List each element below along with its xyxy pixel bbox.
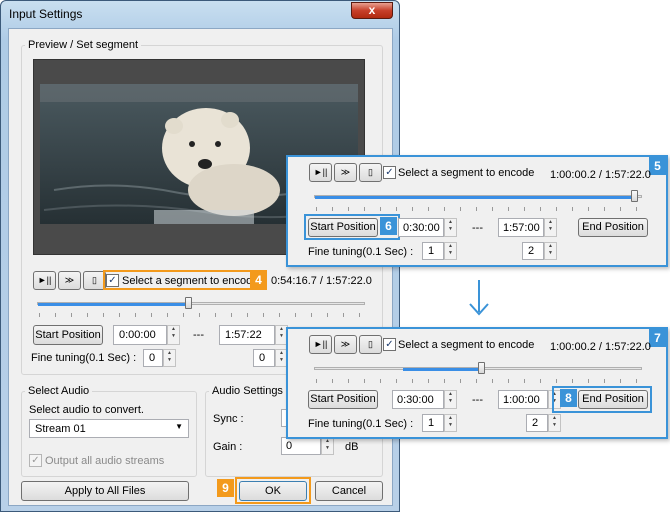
start-time-spinner[interactable]: ▲ ▼	[444, 218, 457, 237]
timeline-ticks	[316, 379, 642, 383]
select-audio-prompt: Select audio to convert.	[29, 404, 144, 416]
timeline-ticks	[316, 207, 642, 211]
sync-label: Sync :	[213, 413, 244, 425]
fine-start-field[interactable]: 1	[422, 242, 444, 260]
segment-checkbox[interactable]: ✓	[383, 338, 396, 351]
stop-button[interactable]: ▯	[359, 163, 382, 182]
step-badge-5: 5	[649, 157, 666, 175]
stop-button[interactable]: ▯	[359, 335, 382, 354]
audio-stream-value: Stream 01	[35, 423, 86, 435]
timeline-selected-range	[403, 368, 481, 371]
time-readout: 0:54:16.7 / 1:57:22.0	[271, 275, 372, 287]
end-time-field[interactable]: 1:57:00	[498, 218, 544, 237]
select-audio-label: Select Audio	[25, 385, 93, 397]
fine-tuning-label: Fine tuning(0.1 Sec) :	[308, 418, 414, 430]
close-button[interactable]: x	[351, 2, 393, 19]
step-badge-9: 9	[217, 479, 234, 497]
fine-end-field[interactable]: 2	[526, 414, 548, 432]
fine-start-field[interactable]: 1	[422, 414, 444, 432]
play-pause-button[interactable]: ►||	[33, 271, 56, 290]
fine-end-spinner[interactable]: ▲ ▼	[544, 242, 557, 260]
apply-to-all-button[interactable]: Apply to All Files	[21, 481, 189, 501]
callout-panel-start: 5 ►|| ≫ ▯ ✓ Select a segment to encode 1…	[286, 155, 668, 267]
start-position-button[interactable]: Start Position	[308, 390, 378, 409]
audio-stream-select[interactable]: Stream 01 ▼	[29, 419, 189, 438]
next-frame-button[interactable]: ≫	[334, 335, 357, 354]
start-time-spinner[interactable]: ▲ ▼	[167, 325, 180, 345]
range-separator: ---	[472, 222, 483, 234]
next-frame-button[interactable]: ≫	[58, 271, 81, 290]
preview-group-label: Preview / Set segment	[25, 39, 142, 51]
fine-start-spinner[interactable]: ▲ ▼	[444, 414, 457, 432]
end-time-field[interactable]: 1:57:22	[219, 325, 275, 345]
gain-spinner[interactable]: ▲ ▼	[321, 437, 334, 455]
fine-end-spinner[interactable]: ▲ ▼	[548, 414, 561, 432]
timeline-ticks	[39, 313, 365, 317]
next-frame-button[interactable]: ≫	[334, 163, 357, 182]
segment-checkbox[interactable]: ✓	[383, 166, 396, 179]
end-time-spinner[interactable]: ▲ ▼	[544, 218, 557, 237]
fine-start-spinner[interactable]: ▲ ▼	[163, 349, 176, 367]
fine-end-field[interactable]: 2	[522, 242, 544, 260]
fine-tuning-label: Fine tuning(0.1 Sec) :	[31, 352, 137, 364]
end-time-field[interactable]: 1:00:00	[498, 390, 548, 409]
end-position-button[interactable]: End Position	[578, 218, 648, 237]
output-all-label: Output all audio streams	[45, 455, 165, 467]
segment-checkbox-label: Select a segment to encode	[122, 275, 259, 287]
fine-start-field[interactable]: 0	[143, 349, 163, 367]
fine-tuning-label: Fine tuning(0.1 Sec) :	[308, 246, 414, 258]
timeline-thumb[interactable]	[185, 297, 192, 309]
title-bar[interactable]: Input Settings x	[1, 1, 399, 27]
window-title: Input Settings	[9, 7, 83, 21]
gain-label: Gain :	[213, 441, 243, 453]
step-badge-6: 6	[380, 217, 397, 235]
gain-field[interactable]: 0	[281, 437, 321, 455]
segment-checkbox-label: Select a segment to encode	[398, 339, 535, 351]
play-pause-button[interactable]: ►||	[309, 163, 332, 182]
callout-panel-end: 7 ►|| ≫ ▯ ✓ Select a segment to encode 1…	[286, 327, 668, 439]
cancel-button[interactable]: Cancel	[315, 481, 383, 501]
segment-checkbox-label: Select a segment to encode	[398, 167, 535, 179]
start-time-spinner[interactable]: ▲ ▼	[444, 390, 457, 409]
start-position-button[interactable]: Start Position	[308, 218, 378, 237]
gain-unit: dB	[345, 441, 359, 453]
start-time-field[interactable]: 0:30:00	[392, 390, 444, 409]
timeline-thumb[interactable]	[631, 190, 638, 202]
start-time-field[interactable]: 0:00:00	[113, 325, 167, 345]
arrow-down-icon	[469, 280, 489, 316]
fine-end-field[interactable]: 0	[253, 349, 275, 367]
output-all-checkbox[interactable]: ✓	[29, 454, 42, 467]
segment-checkbox[interactable]: ✓	[106, 274, 119, 287]
range-separator: ---	[193, 329, 204, 341]
end-position-button[interactable]: End Position	[578, 390, 648, 409]
range-separator: ---	[472, 394, 483, 406]
chevron-down-icon: ▼	[175, 422, 183, 431]
fine-start-spinner[interactable]: ▲ ▼	[444, 242, 457, 260]
timeline-fill	[38, 303, 188, 306]
timeline-fill	[315, 196, 634, 199]
play-pause-button[interactable]: ►||	[309, 335, 332, 354]
start-time-field[interactable]: 0:30:00	[398, 218, 444, 237]
step-badge-7: 7	[649, 329, 666, 347]
ok-button[interactable]: OK	[239, 481, 307, 501]
start-position-button[interactable]: Start Position	[33, 325, 103, 345]
step-badge-4: 4	[250, 271, 267, 289]
audio-settings-label: Audio Settings	[209, 385, 286, 397]
time-readout: 1:00:00.2 / 1:57:22.0	[550, 169, 651, 181]
time-readout: 1:00:00.2 / 1:57:22.0	[550, 341, 651, 353]
timeline-thumb[interactable]	[478, 362, 485, 374]
